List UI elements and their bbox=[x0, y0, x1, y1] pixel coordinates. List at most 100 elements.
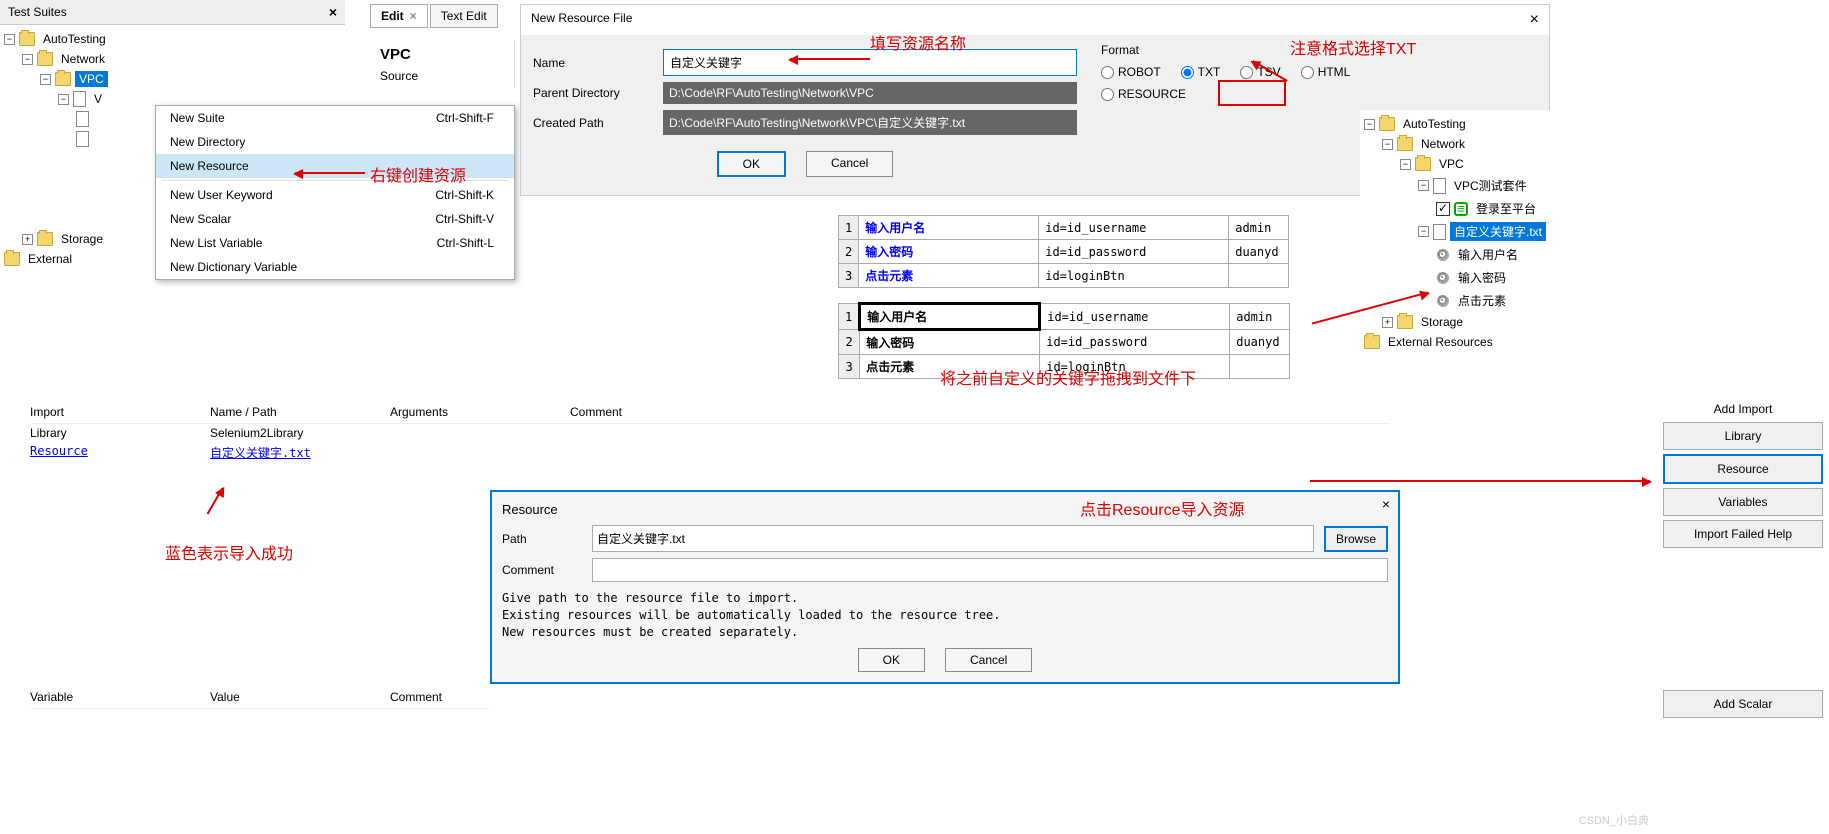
parent-label: Parent Directory bbox=[533, 86, 653, 100]
col-comment: Comment bbox=[390, 690, 530, 704]
col-name: Name / Path bbox=[210, 405, 350, 419]
folder-icon bbox=[1364, 335, 1380, 349]
editor-tabs: Edit× Text Edit bbox=[370, 4, 498, 28]
ctx-new-keyword[interactable]: New User KeywordCtrl-Shift-K bbox=[156, 183, 514, 207]
testcase-icon bbox=[1454, 202, 1468, 216]
keyword-grid-2[interactable]: 1输入用户名id=id_usernameadmin 2输入密码id=id_pas… bbox=[838, 302, 1290, 379]
ok-button[interactable]: OK bbox=[858, 648, 925, 672]
radio-tsv[interactable]: TSV bbox=[1240, 65, 1280, 79]
name-input[interactable]: 自定义关键字 bbox=[663, 49, 1077, 76]
browse-button[interactable]: Browse bbox=[1324, 526, 1388, 552]
tab-text-edit[interactable]: Text Edit bbox=[430, 4, 498, 28]
gear-icon bbox=[1436, 294, 1450, 308]
variables-button[interactable]: Variables bbox=[1663, 488, 1823, 516]
file-icon bbox=[76, 111, 89, 127]
library-button[interactable]: Library bbox=[1663, 422, 1823, 450]
cancel-button[interactable]: Cancel bbox=[806, 151, 893, 177]
folder-icon bbox=[1397, 315, 1413, 329]
close-icon[interactable]: × bbox=[410, 9, 417, 23]
folder-icon bbox=[1379, 117, 1395, 131]
tree-row-external[interactable]: External Resources bbox=[1364, 332, 1586, 352]
keyword-grid-1[interactable]: 1输入用户名id=id_usernameadmin 2输入密码id=id_pas… bbox=[838, 215, 1289, 288]
arrow-icon bbox=[1310, 480, 1650, 482]
tree-row-autotesting[interactable]: −AutoTesting bbox=[4, 29, 341, 49]
import-area: Import Name / Path Arguments Comment Lib… bbox=[30, 405, 1390, 463]
comment-input[interactable] bbox=[592, 558, 1388, 582]
path-label: Path bbox=[502, 532, 582, 546]
tree-row-storage[interactable]: +Storage bbox=[1364, 312, 1586, 332]
annotation: 蓝色表示导入成功 bbox=[165, 540, 293, 564]
add-scalar-button[interactable]: Add Scalar bbox=[1663, 690, 1823, 718]
vpc-title: VPC bbox=[380, 46, 504, 63]
collapse-icon[interactable]: − bbox=[4, 34, 15, 45]
help-button[interactable]: Import Failed Help bbox=[1663, 520, 1823, 548]
ctx-new-scalar[interactable]: New ScalarCtrl-Shift-V bbox=[156, 207, 514, 231]
tree-row-kw1[interactable]: 输入用户名 bbox=[1364, 243, 1586, 266]
tree-row-file[interactable]: −自定义关键字.txt bbox=[1364, 220, 1586, 243]
collapse-icon[interactable]: − bbox=[40, 74, 51, 85]
ok-button[interactable]: OK bbox=[717, 151, 786, 177]
tree-row-kw3[interactable]: 点击元素 bbox=[1364, 289, 1586, 312]
file-icon bbox=[1433, 224, 1446, 240]
source-panel: VPC Source bbox=[370, 40, 515, 89]
tree-row-suite[interactable]: −VPC测试套件 bbox=[1364, 174, 1586, 197]
right-tree: −AutoTesting −Network −VPC −VPC测试套件 登录至平… bbox=[1360, 110, 1590, 356]
parent-value: D:\Code\RF\AutoTesting\Network\VPC bbox=[663, 82, 1077, 104]
collapse-icon[interactable]: − bbox=[58, 94, 69, 105]
source-label: Source bbox=[380, 69, 504, 83]
folder-icon bbox=[4, 252, 20, 266]
file-icon bbox=[76, 131, 89, 147]
radio-resource[interactable]: RESOURCE bbox=[1101, 87, 1186, 101]
stack-title: Add Import bbox=[1663, 400, 1823, 418]
ctx-new-directory[interactable]: New Directory bbox=[156, 130, 514, 154]
variable-area: Variable Value Comment bbox=[30, 690, 490, 709]
col-comment: Comment bbox=[570, 405, 710, 419]
col-variable: Variable bbox=[30, 690, 170, 704]
expand-icon[interactable]: + bbox=[22, 234, 33, 245]
arrow-icon bbox=[207, 488, 224, 515]
radio-txt[interactable]: TXT bbox=[1181, 65, 1221, 79]
collapse-icon[interactable]: − bbox=[22, 54, 33, 65]
tree-row-network[interactable]: −Network bbox=[4, 49, 341, 69]
close-icon[interactable]: × bbox=[329, 4, 337, 20]
radio-html[interactable]: HTML bbox=[1301, 65, 1351, 79]
close-icon[interactable]: × bbox=[1530, 11, 1539, 29]
folder-icon bbox=[19, 32, 35, 46]
gear-icon bbox=[1436, 248, 1450, 262]
folder-icon bbox=[37, 232, 53, 246]
tree-row-network[interactable]: −Network bbox=[1364, 134, 1586, 154]
tree-row-kw2[interactable]: 输入密码 bbox=[1364, 266, 1586, 289]
context-menu: New SuiteCtrl-Shift-F New Directory New … bbox=[155, 105, 515, 280]
col-import: Import bbox=[30, 405, 170, 419]
tree-row-vpc[interactable]: −VPC bbox=[4, 69, 341, 89]
radio-robot[interactable]: ROBOT bbox=[1101, 65, 1161, 79]
checkbox-icon[interactable] bbox=[1436, 202, 1450, 216]
file-icon bbox=[1433, 178, 1446, 194]
cancel-button[interactable]: Cancel bbox=[945, 648, 1032, 672]
ctx-new-dict[interactable]: New Dictionary Variable bbox=[156, 255, 514, 279]
tree-row-vpc[interactable]: −VPC bbox=[1364, 154, 1586, 174]
add-import-stack: Add Import Library Resource Variables Im… bbox=[1663, 400, 1823, 548]
tab-edit[interactable]: Edit× bbox=[370, 4, 428, 28]
col-args: Arguments bbox=[390, 405, 530, 419]
created-value: D:\Code\RF\AutoTesting\Network\VPC\自定义关键… bbox=[663, 110, 1077, 135]
resource-button[interactable]: Resource bbox=[1663, 454, 1823, 484]
close-icon[interactable]: × bbox=[1382, 496, 1390, 512]
path-input[interactable]: 自定义关键字.txt bbox=[592, 525, 1314, 552]
gear-icon bbox=[1436, 271, 1450, 285]
tree-row-login[interactable]: 登录至平台 bbox=[1364, 197, 1586, 220]
file-icon bbox=[73, 91, 86, 107]
hint-text: Give path to the resource file to import… bbox=[502, 590, 1388, 640]
resource-import-dialog: Resource × Path 自定义关键字.txt Browse Commen… bbox=[490, 490, 1400, 684]
tree-row-autotesting[interactable]: −AutoTesting bbox=[1364, 114, 1586, 134]
created-label: Created Path bbox=[533, 116, 653, 130]
add-scalar-stack: Add Scalar bbox=[1663, 690, 1823, 718]
dialog-title-bar: New Resource File × bbox=[521, 5, 1549, 35]
import-row-resource[interactable]: Resource 自定义关键字.txt bbox=[30, 442, 1390, 463]
ctx-new-suite[interactable]: New SuiteCtrl-Shift-F bbox=[156, 106, 514, 130]
folder-icon bbox=[1397, 137, 1413, 151]
ctx-new-resource[interactable]: New Resource bbox=[156, 154, 514, 178]
dialog-title: Resource bbox=[502, 502, 1388, 517]
ctx-new-list[interactable]: New List VariableCtrl-Shift-L bbox=[156, 231, 514, 255]
import-row-library[interactable]: Library Selenium2Library bbox=[30, 424, 1390, 442]
